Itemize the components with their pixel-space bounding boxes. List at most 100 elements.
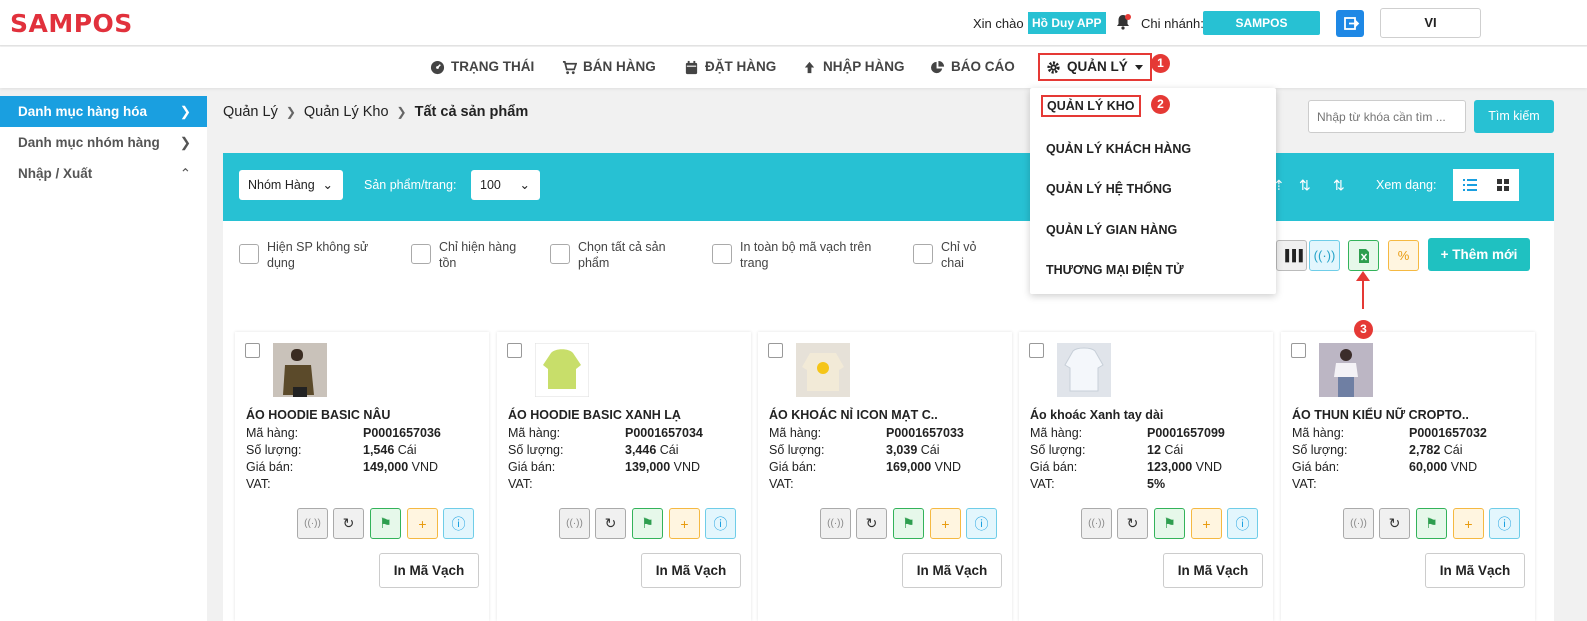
sidebar-item-danh-muc-nhom-hang[interactable]: Danh mục nhóm hàng ❯ xyxy=(0,127,207,158)
sort-desc-icon[interactable]: ⇅ xyxy=(1333,177,1345,194)
plus-icon: + xyxy=(1202,515,1211,532)
filter-in-stock[interactable]: Chỉ hiện hàng tồn xyxy=(411,239,529,271)
menu-item-quan-ly-gian-hang[interactable]: QUẢN LÝ GIAN HÀNG xyxy=(1046,223,1177,237)
product-card[interactable]: ÁO KHOÁC NỈ ICON MẠT C.. Mã hàng: Số lượng… xyxy=(758,332,1012,621)
product-plus-button[interactable]: + xyxy=(930,508,961,539)
rfid-button[interactable]: ((·)) xyxy=(1309,240,1340,271)
print-barcode-button[interactable]: In Mã Vạch xyxy=(1163,553,1263,588)
add-new-button[interactable]: + Thêm mới xyxy=(1428,238,1530,271)
rfid-icon: ((·)) xyxy=(1313,248,1336,263)
product-plus-button[interactable]: + xyxy=(1191,508,1222,539)
menu-item-quan-ly-he-thong[interactable]: QUẢN LÝ HỆ THỐNG xyxy=(1046,182,1172,196)
product-refresh-button[interactable]: ↻ xyxy=(1117,508,1148,539)
nav-dat-hang[interactable]: ĐẶT HÀNG xyxy=(684,47,776,87)
group-select[interactable]: Nhóm Hàng ⌄ xyxy=(239,170,343,200)
product-refresh-button[interactable]: ↻ xyxy=(1379,508,1410,539)
excel-export-button[interactable] xyxy=(1348,240,1379,271)
checkbox[interactable] xyxy=(550,244,570,264)
product-name: ÁO KHOÁC NỈ ICON MẠT C.. xyxy=(769,408,938,422)
nav-trang-thai[interactable]: TRẠNG THÁI xyxy=(430,47,534,87)
product-info-button[interactable]: ⓘ xyxy=(1489,508,1520,539)
checkbox[interactable] xyxy=(913,244,933,264)
menu-item-thuong-mai-dien-tu[interactable]: THƯƠNG MẠI ĐIỆN TỬ xyxy=(1046,263,1184,277)
print-barcode-button[interactable]: In Mã Vạch xyxy=(902,553,1002,588)
product-tag-button[interactable]: ⚑ xyxy=(632,508,663,539)
branch-label: Chi nhánh: xyxy=(1141,16,1204,31)
logout-button[interactable] xyxy=(1336,10,1364,37)
product-plus-button[interactable]: + xyxy=(407,508,438,539)
language-selector[interactable]: VI xyxy=(1380,8,1481,38)
sidebar-item-nhap-xuat[interactable]: Nhập / Xuất ⌃ xyxy=(0,158,207,189)
breadcrumb-quan-ly-kho[interactable]: Quản Lý Kho xyxy=(304,104,389,120)
filter-bottle-only[interactable]: Chỉ vỏ chai xyxy=(913,239,983,271)
barcode-button[interactable]: ▐▐▐ xyxy=(1276,240,1307,271)
filter-print-all-barcodes[interactable]: In toàn bộ mã vạch trên trang xyxy=(712,239,882,271)
product-price-label: Giá bán: xyxy=(246,460,294,474)
arrow-up-icon xyxy=(804,61,815,73)
filter-label: Chỉ vỏ chai xyxy=(941,240,977,270)
sidebar-item-danh-muc-hang-hoa[interactable]: Danh mục hàng hóa ❯ xyxy=(0,96,207,127)
product-qty: 2,782 Cái xyxy=(1409,443,1463,457)
nav-nhap-hang[interactable]: NHẬP HÀNG xyxy=(802,47,905,87)
logo[interactable]: SAMPOS xyxy=(10,9,133,38)
menu-item-quan-ly-khach-hang[interactable]: QUẢN LÝ KHÁCH HÀNG xyxy=(1046,142,1191,156)
product-checkbox[interactable] xyxy=(245,343,260,358)
product-rfid-button[interactable]: ((·)) xyxy=(559,508,590,539)
product-rfid-button[interactable]: ((·)) xyxy=(820,508,851,539)
branch-selector[interactable]: SAMPOS xyxy=(1203,11,1320,35)
print-barcode-button[interactable]: In Mã Vạch xyxy=(641,553,741,588)
nav-quan-ly[interactable]: QUẢN LÝ xyxy=(1038,53,1152,81)
print-barcode-button[interactable]: In Mã Vạch xyxy=(1425,553,1525,588)
per-page-select[interactable]: 100 ⌄ xyxy=(471,170,540,200)
breadcrumb-quan-ly[interactable]: Quản Lý xyxy=(223,104,278,120)
bell-icon[interactable] xyxy=(1113,12,1133,32)
menu-item-quan-ly-kho[interactable]: QUẢN LÝ KHO xyxy=(1041,95,1141,117)
product-plus-button[interactable]: + xyxy=(669,508,700,539)
gear-icon xyxy=(1047,60,1060,74)
product-checkbox[interactable] xyxy=(507,343,522,358)
product-rfid-button[interactable]: ((·)) xyxy=(1343,508,1374,539)
nav-bao-cao[interactable]: BÁO CÁO xyxy=(930,47,1015,87)
filter-unused[interactable]: Hiện SP không sử dụng xyxy=(239,239,379,271)
product-tag-button[interactable]: ⚑ xyxy=(1416,508,1447,539)
product-checkbox[interactable] xyxy=(1029,343,1044,358)
product-plus-button[interactable]: + xyxy=(1453,508,1484,539)
product-info-button[interactable]: ⓘ xyxy=(1227,508,1258,539)
print-barcode-button[interactable]: In Mã Vạch xyxy=(379,553,479,588)
product-checkbox[interactable] xyxy=(1291,343,1306,358)
product-card[interactable]: ÁO HOODIE BASIC XANH LẠ Mã hàng: Số lượng:… xyxy=(497,332,751,621)
grid-view-button[interactable] xyxy=(1486,169,1519,201)
user-name-badge[interactable]: Hồ Duy APP xyxy=(1028,12,1106,34)
product-card[interactable]: ÁO THUN KIỂU NỮ CROPTO.. Mã hàng: Số lượng… xyxy=(1281,332,1535,621)
product-card[interactable]: Áo khoác Xanh tay dài Mã hàng: Số lượng: Gi… xyxy=(1019,332,1273,621)
checkbox[interactable] xyxy=(239,244,259,264)
product-refresh-button[interactable]: ↻ xyxy=(333,508,364,539)
list-view-button[interactable] xyxy=(1453,169,1486,201)
tag-icon: ⚑ xyxy=(1163,515,1176,531)
search-input[interactable] xyxy=(1308,100,1466,133)
product-refresh-button[interactable]: ↻ xyxy=(856,508,887,539)
sort-asc-icon[interactable]: ⇅ xyxy=(1299,177,1311,194)
product-checkbox[interactable] xyxy=(768,343,783,358)
product-rfid-button[interactable]: ((·)) xyxy=(297,508,328,539)
product-currency: VND xyxy=(1195,460,1223,474)
product-info-button[interactable]: ⓘ xyxy=(443,508,474,539)
search-button[interactable]: Tìm kiếm xyxy=(1474,100,1554,133)
nav-ban-hang[interactable]: BÁN HÀNG xyxy=(562,47,656,87)
product-refresh-button[interactable]: ↻ xyxy=(595,508,626,539)
product-tag-button[interactable]: ⚑ xyxy=(893,508,924,539)
product-qty-value: 1,546 xyxy=(363,443,395,457)
discount-button[interactable]: % xyxy=(1388,240,1419,271)
product-rfid-button[interactable]: ((·)) xyxy=(1081,508,1112,539)
filter-select-all[interactable]: Chọn tất cả sản phẩm xyxy=(550,239,680,271)
product-tag-button[interactable]: ⚑ xyxy=(370,508,401,539)
checkbox[interactable] xyxy=(712,244,732,264)
product-info-button[interactable]: ⓘ xyxy=(966,508,997,539)
annotation-badge-1: 1 xyxy=(1151,54,1170,73)
product-price: 149,000 VND xyxy=(363,460,438,474)
product-tag-button[interactable]: ⚑ xyxy=(1154,508,1185,539)
product-card[interactable]: ÁO HOODIE BASIC NÂU Mã hàng: Số lượng: Giá … xyxy=(235,332,489,621)
product-price-value: 139,000 xyxy=(625,460,671,474)
product-info-button[interactable]: ⓘ xyxy=(705,508,736,539)
checkbox[interactable] xyxy=(411,244,431,264)
